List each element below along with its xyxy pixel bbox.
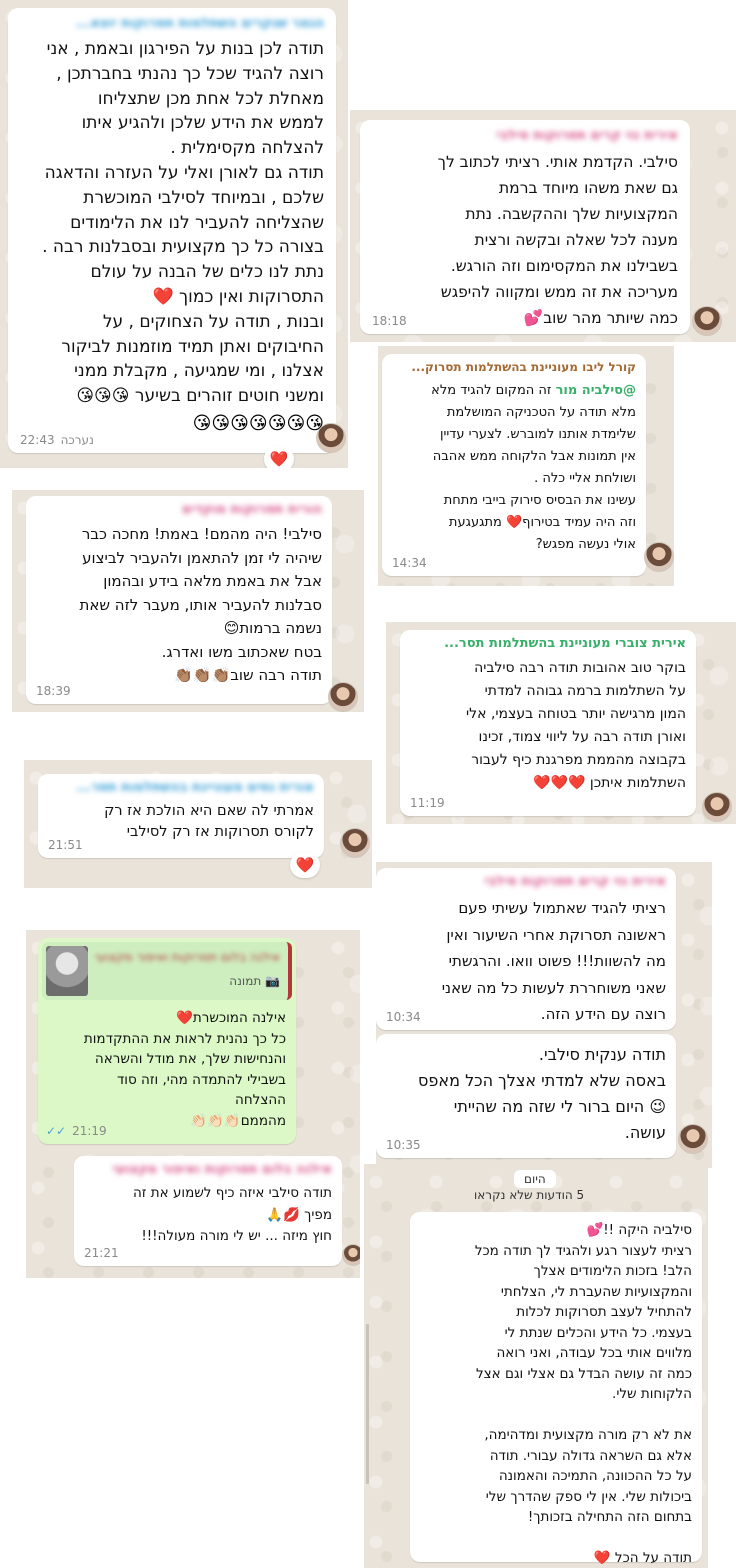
message-bubble-9[interactable]: אילנה בלום תסרוקות ואיפור מקצועי 📷 תמונה… bbox=[38, 938, 296, 1144]
screenshot-card-6: אורית נסים מעוניינת בהשתלמות תסר... אמרת… bbox=[24, 760, 372, 888]
message-text: תודה ענקית סילבי. באסה שלא למדתי אצלך הכ… bbox=[418, 1045, 666, 1142]
message-time: 18:18 bbox=[372, 314, 407, 328]
avatar[interactable] bbox=[328, 682, 358, 712]
message-time: 10:35 bbox=[386, 1138, 421, 1152]
message-bubble-1[interactable]: הגמר שנקרים השתלמות תסרוקות יוצא... תודה… bbox=[8, 8, 336, 453]
avatar[interactable] bbox=[644, 542, 674, 572]
double-check-icon: ✓✓ bbox=[46, 1124, 67, 1138]
message-bubble-6[interactable]: אורית נסים מעוניינת בהשתלמות תסר... אמרת… bbox=[38, 774, 324, 858]
mention-link[interactable]: @סילביה מור bbox=[556, 383, 636, 398]
message-text: אילנה המוכשרת❤️ כל כך נהנית לראות את ההת… bbox=[83, 1010, 286, 1129]
heart-reaction[interactable]: ❤️ bbox=[264, 446, 294, 468]
message-meta: ✓✓ 21:19 bbox=[46, 1124, 107, 1138]
message-meta: 10:35 bbox=[386, 1138, 421, 1152]
message-bubble-2[interactable]: אירית נוי קרים תסרוקות סילבי סילבי. הקדמ… bbox=[360, 120, 690, 334]
sender-name: אורית נסים מעוניינת בהשתלמות תסר... bbox=[76, 780, 314, 795]
message-time: 14:34 bbox=[392, 556, 427, 570]
message-meta: 14:34 bbox=[392, 556, 427, 570]
message-meta: 10:34 bbox=[386, 1010, 421, 1024]
message-meta: 21:51 bbox=[48, 838, 83, 852]
avatar[interactable] bbox=[342, 1244, 360, 1266]
message-bubble-7[interactable]: אירית נוי קרים תסרוקות סילבי רציתי להגיד… bbox=[376, 868, 676, 1030]
message-meta: 21:21 bbox=[84, 1246, 119, 1260]
quoted-photo-label: 📷 תמונה bbox=[229, 974, 280, 988]
quoted-photo-thumbnail bbox=[46, 946, 88, 996]
message-bubble-3[interactable]: קורל ליבו מעוניינת בהשתלמות תסרוק... @סי… bbox=[382, 354, 646, 576]
date-chip: היום bbox=[514, 1170, 556, 1188]
unread-messages-label: 5 הודעות שלא נקראו bbox=[474, 1188, 585, 1202]
avatar[interactable] bbox=[678, 1124, 708, 1154]
screenshot-card-2: אירית נוי קרים תסרוקות סילבי סילבי. הקדמ… bbox=[350, 110, 736, 342]
message-text: סילבי! היה מהמם! באמת! מחכה כבר שיהיה לי… bbox=[79, 525, 322, 684]
sender-name: הגמר שנקרים השתלמות תסרוקות יוצא... bbox=[75, 16, 324, 31]
avatar[interactable] bbox=[340, 828, 370, 858]
screenshot-card-5: אירית צוברי מעוניינת בהשתלמות תסר... בוק… bbox=[386, 622, 736, 824]
screenshot-card-8: אילנה בלום תסרוקות ואיפור מקצועי 📷 תמונה… bbox=[26, 930, 360, 1278]
screenshot-card-9: היום 5 הודעות שלא נקראו סילביה היקה !!💕 … bbox=[364, 1164, 708, 1568]
message-text: תודה סילבי איזה כיף לשמוע את זה מפיך 💋🙏 … bbox=[132, 1185, 332, 1244]
sender-name: אילנה בלום תסרוקות ואיפור מקצועי bbox=[112, 1162, 332, 1177]
avatar[interactable] bbox=[692, 306, 722, 336]
message-bubble-4[interactable]: הורית תסרוקות מוקדים סילבי! היה מהמם! בא… bbox=[26, 496, 332, 704]
message-time: 21:19 bbox=[72, 1124, 107, 1138]
message-time: 18:39 bbox=[36, 684, 71, 698]
avatar[interactable] bbox=[316, 423, 346, 453]
avatar[interactable] bbox=[702, 792, 732, 822]
heart-reaction[interactable]: ❤️ bbox=[290, 852, 320, 878]
message-time: 21:51 bbox=[48, 838, 83, 852]
message-bubble-5[interactable]: אירית צוברי מעוניינת בהשתלמות תסר... בוק… bbox=[400, 630, 696, 816]
message-text: אמרתי לה שאם היא הולכת אז רק לקורס תסרוק… bbox=[104, 803, 314, 840]
message-meta: 18:18 bbox=[372, 314, 407, 328]
message-text: תודה לכן בנות על הפירגון ובאמת , אני רוצ… bbox=[42, 39, 324, 407]
edited-label: נערכה bbox=[60, 433, 94, 447]
quoted-message[interactable]: אילנה בלום תסרוקות ואיפור מקצועי 📷 תמונה bbox=[42, 942, 292, 1000]
screenshot-card-1: הגמר שנקרים השתלמות תסרוקות יוצא... תודה… bbox=[0, 0, 348, 468]
message-time: 22:43 bbox=[20, 433, 55, 447]
message-text: @סילביה מור זה המקום להגיד מלא מלא תודה … bbox=[392, 380, 636, 556]
message-time: 10:34 bbox=[386, 1010, 421, 1024]
sender-name: הורית תסרוקות מוקדים bbox=[182, 502, 322, 517]
message-meta: 22:43 נערכה bbox=[20, 433, 94, 447]
message-bubble-8[interactable]: תודה ענקית סילבי. באסה שלא למדתי אצלך הכ… bbox=[376, 1034, 676, 1158]
screenshot-card-7: אירית נוי קרים תסרוקות סילבי רציתי להגיד… bbox=[376, 862, 712, 1168]
message-bubble-11[interactable]: סילביה היקה !!💕 רציתי לעצור רגע ולהגיד ל… bbox=[410, 1212, 702, 1566]
sender-name: אירית צוברי מעוניינת בהשתלמות תסר... bbox=[444, 636, 686, 651]
screenshot-card-3: קורל ליבו מעוניינת בהשתלמות תסרוק... @סי… bbox=[378, 346, 674, 586]
screenshot-card-4: הורית תסרוקות מוקדים סילבי! היה מהמם! בא… bbox=[12, 490, 364, 712]
scrollbar[interactable] bbox=[366, 1324, 369, 1484]
message-text: סילבי. הקדמת אותי. רציתי לכתוב לך גם שאת… bbox=[437, 153, 678, 327]
sender-name: קורל ליבו מעוניינת בהשתלמות תסרוק... bbox=[411, 360, 636, 374]
message-text: בוקר טוב אהובות תודה רבה סילביה על השתלמ… bbox=[466, 660, 686, 791]
quoted-sender: אילנה בלום תסרוקות ואיפור מקצועי bbox=[95, 950, 280, 964]
message-bubble-10[interactable]: אילנה בלום תסרוקות ואיפור מקצועי תודה סי… bbox=[74, 1156, 342, 1266]
message-meta: 18:39 bbox=[36, 684, 71, 698]
message-text: רציתי להגיד שאתמול עשיתי פעם ראשונה תסרו… bbox=[441, 899, 666, 1023]
message-meta: 11:19 bbox=[410, 796, 445, 810]
sender-name: אירית נוי קרים תסרוקות סילבי bbox=[484, 874, 666, 889]
message-body: זה המקום להגיד מלא מלא תודה על הטכניקה ה… bbox=[431, 383, 636, 552]
message-time: 21:21 bbox=[84, 1246, 119, 1260]
sender-name: אירית נוי קרים תסרוקות סילבי bbox=[496, 128, 678, 143]
emoji-row: 😘😘😘😘😘😘😘 bbox=[192, 412, 324, 434]
message-text: סילביה היקה !!💕 רציתי לעצור רגע ולהגיד ל… bbox=[474, 1222, 692, 1566]
message-time: 11:19 bbox=[410, 796, 445, 810]
